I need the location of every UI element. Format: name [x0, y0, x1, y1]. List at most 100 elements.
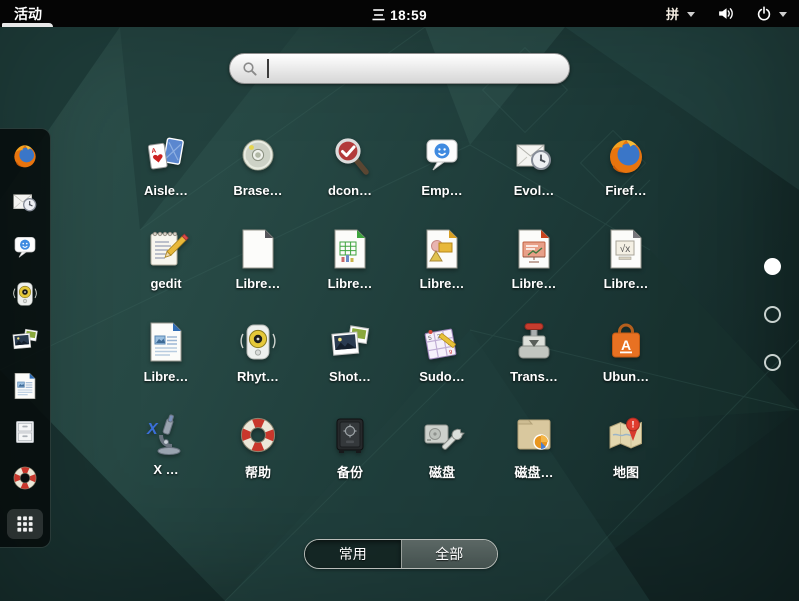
app-label: Libre…: [327, 276, 373, 291]
clock[interactable]: 三 18:59: [372, 4, 427, 24]
app-item-backups[interactable]: 备份: [304, 411, 396, 504]
app-label: Libre…: [143, 369, 189, 384]
app-item-libreoffice-impress[interactable]: Libre…: [488, 225, 580, 318]
svg-text:A: A: [621, 337, 631, 353]
firefox-icon: [9, 140, 41, 172]
dash: [0, 128, 51, 548]
search-field[interactable]: [229, 53, 570, 84]
rhythmbox-icon: [234, 318, 282, 366]
volume-icon[interactable]: [717, 5, 734, 22]
disks-icon: [418, 411, 466, 459]
dash-item-shotwell[interactable]: [9, 324, 41, 356]
view-toggle-all[interactable]: 全部: [400, 540, 497, 568]
evolution-icon: [510, 132, 558, 180]
app-label: 帮助: [244, 465, 271, 480]
app-label: Libre…: [603, 276, 649, 291]
system-status-area[interactable]: 拼: [666, 0, 787, 27]
app-item-aisleriot[interactable]: A Aisle…: [120, 132, 212, 225]
app-item-evolution[interactable]: Evol…: [488, 132, 580, 225]
app-item-rhythmbox[interactable]: Rhyt…: [212, 318, 304, 411]
shotwell-icon: [9, 324, 41, 356]
transmission-icon: [510, 318, 558, 366]
evolution-icon: [9, 186, 41, 218]
input-method-indicator[interactable]: 拼: [666, 4, 679, 23]
dconf-editor-icon: [326, 132, 374, 180]
activities-button[interactable]: 活动: [0, 0, 56, 27]
dash-item-libreoffice-writer[interactable]: [9, 370, 41, 402]
app-label: Brase…: [233, 183, 283, 198]
app-label: Rhyt…: [237, 369, 279, 384]
app-grid: A Aisle… Brase… dcon… Emp… Evol… Firef… gedit Li…: [120, 132, 672, 504]
app-item-gedit[interactable]: gedit: [120, 225, 212, 318]
page-dot-3[interactable]: [764, 354, 781, 371]
libreoffice-impress-icon: [510, 225, 558, 273]
app-item-firefox[interactable]: Firef…: [580, 132, 672, 225]
search-input[interactable]: [268, 59, 557, 78]
dash-item-evolution[interactable]: [9, 186, 41, 218]
app-item-libreoffice-draw[interactable]: Libre…: [396, 225, 488, 318]
libreoffice-start-icon: [234, 225, 282, 273]
page-dot-1[interactable]: [764, 258, 781, 275]
app-label: dcon…: [327, 183, 373, 198]
dash-item-files[interactable]: [9, 416, 41, 448]
app-item-empathy[interactable]: Emp…: [396, 132, 488, 225]
app-label: 磁盘: [428, 465, 455, 480]
view-toggle-frequent[interactable]: 常用: [305, 540, 401, 568]
activities-active-indicator: [2, 23, 53, 27]
app-item-disks[interactable]: 磁盘: [396, 411, 488, 504]
dash-item-firefox[interactable]: [9, 140, 41, 172]
svg-text:X: X: [146, 421, 159, 438]
app-label: gedit: [150, 276, 182, 291]
dash-item-help[interactable]: [9, 462, 41, 494]
app-label: X …: [153, 462, 179, 477]
app-item-transmission[interactable]: Trans…: [488, 318, 580, 411]
show-apps-icon: [12, 511, 38, 537]
app-label: 地图: [612, 465, 639, 480]
libreoffice-writer-icon: [142, 318, 190, 366]
show-applications-button[interactable]: [7, 509, 43, 539]
top-bar: 活动 三 18:59 拼: [0, 0, 799, 27]
app-item-xdiagnose[interactable]: X X …: [120, 411, 212, 504]
empathy-icon: [418, 132, 466, 180]
disk-usage-analyzer-icon: [510, 411, 558, 459]
app-item-dconf-editor[interactable]: dcon…: [304, 132, 396, 225]
app-label: Evol…: [513, 183, 555, 198]
app-label: Aisle…: [143, 183, 189, 198]
app-item-help[interactable]: 帮助: [212, 411, 304, 504]
backups-icon: [326, 411, 374, 459]
app-item-sudoku[interactable]: 5239 Sudo…: [396, 318, 488, 411]
ubuntu-software-icon: A: [602, 318, 650, 366]
view-toggle: 常用 全部: [304, 539, 498, 569]
app-item-libreoffice-calc[interactable]: Libre…: [304, 225, 396, 318]
libreoffice-math-icon: √x: [602, 225, 650, 273]
app-item-libreoffice-start[interactable]: Libre…: [212, 225, 304, 318]
app-item-libreoffice-math[interactable]: √x Libre…: [580, 225, 672, 318]
empathy-icon: [9, 232, 41, 264]
dash-item-rhythmbox[interactable]: [9, 278, 41, 310]
gedit-icon: [142, 225, 190, 273]
app-label: Ubun…: [602, 369, 650, 384]
page-indicator: [764, 258, 781, 371]
app-label: 备份: [336, 465, 363, 480]
app-item-ubuntu-software[interactable]: A Ubun…: [580, 318, 672, 411]
libreoffice-calc-icon: [326, 225, 374, 273]
app-label: 磁盘…: [514, 465, 554, 480]
app-item-libreoffice-writer[interactable]: Libre…: [120, 318, 212, 411]
maps-icon: !: [602, 411, 650, 459]
brasero-icon: [234, 132, 282, 180]
page-dot-2[interactable]: [764, 306, 781, 323]
power-icon[interactable]: [756, 5, 772, 22]
app-item-maps[interactable]: ! 地图: [580, 411, 672, 504]
shotwell-icon: [326, 318, 374, 366]
dash-item-empathy[interactable]: [9, 232, 41, 264]
help-icon: [9, 462, 41, 494]
chevron-down-icon: [687, 12, 695, 17]
firefox-icon: [602, 132, 650, 180]
xdiagnose-icon: X: [142, 411, 190, 459]
gnome-activities-overview: 活动 三 18:59 拼 A Aisle… Brase… dcon… Emp… Evol……: [0, 0, 799, 601]
app-label: Trans…: [510, 369, 558, 384]
app-item-shotwell[interactable]: Shot…: [304, 318, 396, 411]
app-label: Emp…: [421, 183, 463, 198]
app-item-brasero[interactable]: Brase…: [212, 132, 304, 225]
app-item-disk-usage-analyzer[interactable]: 磁盘…: [488, 411, 580, 504]
